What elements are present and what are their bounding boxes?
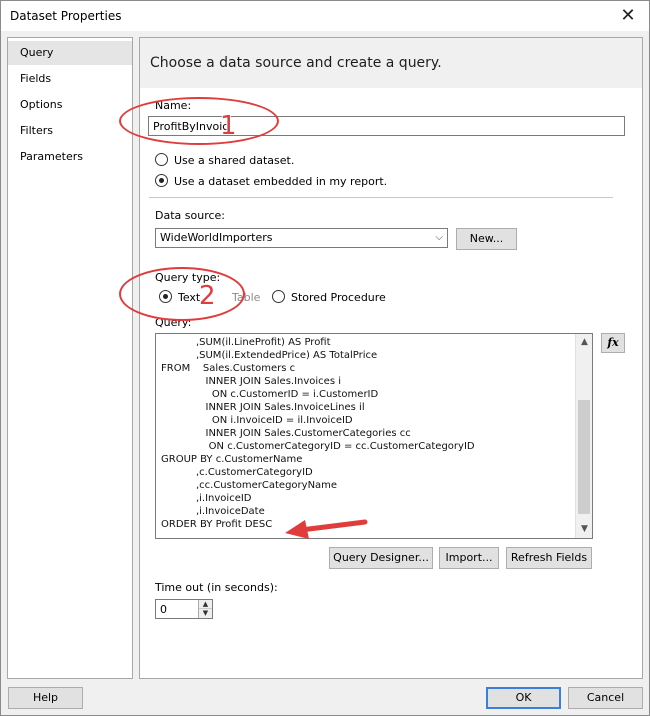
function-icon: fx	[607, 336, 619, 349]
timeout-value: 0	[160, 603, 167, 616]
query-line: FROM Sales.Customers c	[161, 363, 296, 374]
spin-up-icon[interactable]: ▲	[199, 600, 212, 609]
query-line: ,c.CustomerCategoryID	[161, 467, 313, 478]
spin-buttons: ▲ ▼	[198, 600, 212, 618]
query-line: ,i.InvoiceID	[161, 493, 252, 504]
sidebar-item-query[interactable]: Query	[8, 41, 132, 65]
callout-ellipse-2	[119, 267, 245, 321]
cancel-button[interactable]: Cancel	[568, 687, 643, 709]
callout-number-1: 1	[220, 111, 237, 141]
window-title: Dataset Properties	[10, 9, 122, 23]
query-line: ,SUM(il.ExtendedPrice) AS TotalPrice	[161, 350, 378, 361]
scroll-down-icon[interactable]: ▼	[576, 521, 592, 538]
scroll-up-icon[interactable]: ▲	[576, 334, 592, 351]
embedded-dataset-label: Use a dataset embedded in my report.	[174, 175, 388, 188]
page-title: Choose a data source and create a query.	[150, 55, 442, 71]
chevron-down-icon: ⌵	[435, 232, 443, 243]
query-textarea[interactable]: ,SUM(il.LineProfit) AS Profit ,SUM(il.Ex…	[155, 333, 593, 539]
help-button[interactable]: Help	[8, 687, 83, 709]
query-line: ,SUM(il.LineProfit) AS Profit	[161, 337, 331, 348]
title-bar: Dataset Properties ✕	[1, 1, 649, 31]
query-type-stored-procedure-radio[interactable]	[272, 290, 285, 303]
callout-ellipse-1	[119, 97, 279, 145]
data-source-select[interactable]: WideWorldImporters ⌵	[155, 228, 448, 248]
query-type-stored-procedure-label: Stored Procedure	[291, 291, 386, 304]
dataset-properties-dialog: Dataset Properties ✕ Query Fields Option…	[0, 0, 650, 716]
sidebar-item-options[interactable]: Options	[8, 93, 132, 117]
import-button[interactable]: Import...	[439, 547, 499, 569]
embedded-dataset-radio[interactable]	[155, 174, 168, 187]
sidebar-item-parameters[interactable]: Parameters	[8, 145, 132, 169]
close-icon[interactable]: ✕	[617, 5, 639, 27]
expression-button[interactable]: fx	[601, 333, 625, 353]
refresh-fields-button[interactable]: Refresh Fields	[506, 547, 592, 569]
shared-dataset-radio[interactable]	[155, 153, 168, 166]
query-line: ON c.CustomerCategoryID = cc.CustomerCat…	[161, 441, 475, 452]
shared-dataset-label: Use a shared dataset.	[174, 154, 295, 167]
query-line: ON c.CustomerID = i.CustomerID	[161, 389, 379, 400]
section-divider	[149, 197, 613, 198]
scrollbar-thumb[interactable]	[578, 400, 590, 514]
query-scrollbar[interactable]: ▲ ▼	[575, 334, 592, 538]
query-line: ON i.InvoiceID = il.InvoiceID	[161, 415, 353, 426]
spin-down-icon[interactable]: ▼	[199, 609, 212, 618]
page-header: Choose a data source and create a query.	[140, 38, 642, 88]
ok-button[interactable]: OK	[486, 687, 561, 709]
query-line: INNER JOIN Sales.Invoices i	[161, 376, 342, 387]
data-source-value: WideWorldImporters	[160, 231, 273, 244]
query-line: INNER JOIN Sales.InvoiceLines il	[161, 402, 365, 413]
red-arrow-icon	[285, 519, 368, 539]
new-data-source-button[interactable]: New...	[456, 228, 517, 250]
sidebar-item-fields[interactable]: Fields	[8, 67, 132, 91]
query-line: ,cc.CustomerCategoryName	[161, 480, 338, 491]
query-designer-button[interactable]: Query Designer...	[329, 547, 433, 569]
timeout-stepper[interactable]: 0 ▲ ▼	[155, 599, 213, 619]
callout-number-2: 2	[199, 281, 216, 311]
timeout-label: Time out (in seconds):	[155, 581, 278, 594]
query-line: GROUP BY c.CustomerName	[161, 454, 303, 465]
query-line: ORDER BY Profit DESC	[161, 519, 273, 530]
sidebar-nav: Query Fields Options Filters Parameters	[7, 37, 133, 679]
query-line: ,i.InvoiceDate	[161, 506, 265, 517]
sidebar-item-filters[interactable]: Filters	[8, 119, 132, 143]
query-line: INNER JOIN Sales.CustomerCategories cc	[161, 428, 411, 439]
data-source-label: Data source:	[155, 209, 225, 222]
